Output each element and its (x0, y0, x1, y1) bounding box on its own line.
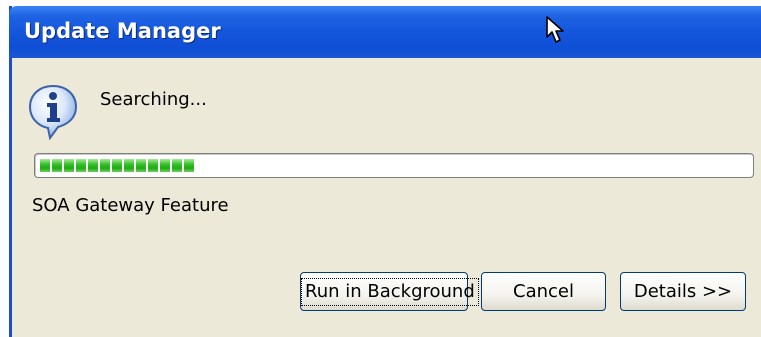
status-text: Searching... (100, 89, 207, 110)
progress-segment (124, 159, 134, 172)
progress-segment (136, 159, 146, 172)
progress-segment (100, 159, 110, 172)
mouse-cursor-icon (546, 16, 564, 43)
progress-segment (184, 159, 194, 172)
progress-segment (40, 159, 50, 172)
run-in-background-label: Run in Background (301, 278, 479, 306)
cancel-button[interactable]: Cancel (481, 272, 606, 311)
progress-segment (160, 159, 170, 172)
progress-segment (76, 159, 86, 172)
progress-segment (88, 159, 98, 172)
progress-bar (34, 153, 754, 178)
window-title: Update Manager (24, 19, 221, 43)
update-manager-window: Update Manager Searching... SOA Gateway … (9, 6, 761, 337)
info-icon (28, 84, 78, 140)
progress-segment (172, 159, 182, 172)
run-in-background-button[interactable]: Run in Background (300, 272, 479, 311)
title-bar[interactable]: Update Manager (9, 6, 761, 58)
feature-name: SOA Gateway Feature (32, 195, 229, 216)
progress-segment (112, 159, 122, 172)
details-button[interactable]: Details >> (620, 272, 746, 311)
progress-segment (52, 159, 62, 172)
progress-segment (148, 159, 158, 172)
progress-fill (40, 159, 194, 172)
progress-segment (64, 159, 74, 172)
